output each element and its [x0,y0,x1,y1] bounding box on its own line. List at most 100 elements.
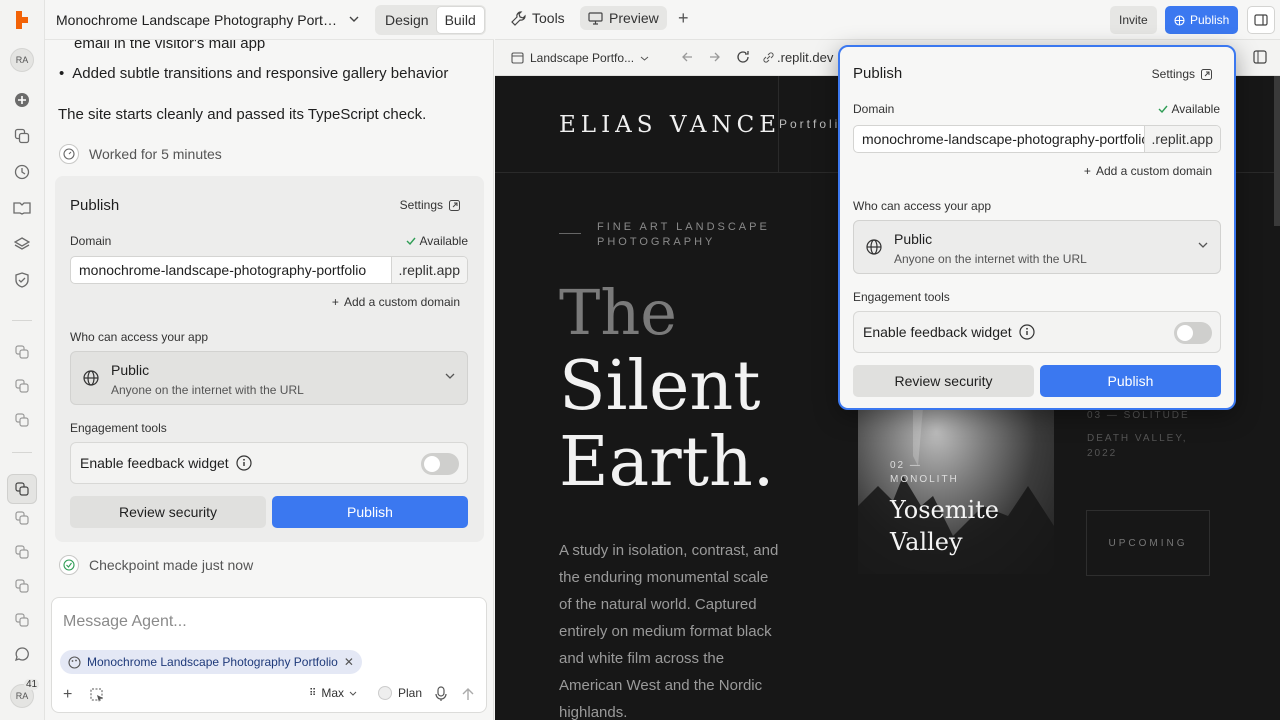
new-app-icon[interactable] [12,90,32,110]
paragraph-line: highlands. [559,704,628,720]
popover-settings-label: Settings [1151,67,1195,81]
project-title[interactable]: Monochrome Landscape Photography Portf..… [56,12,338,28]
active-app-icon[interactable] [7,474,37,504]
add-tab-icon[interactable]: + [678,8,689,29]
popover-domain-suffix: .replit.app [1143,126,1220,152]
review-security-button[interactable]: Review security [70,496,266,528]
top-publish-button[interactable]: Publish [1165,6,1239,34]
app-icon[interactable] [12,342,32,362]
chevron-down-icon[interactable] [349,16,359,22]
popover-feedback-toggle[interactable] [1174,322,1212,344]
apps-icon[interactable] [12,126,32,146]
popover-domain-input[interactable]: monochrome-landscape-photography-portfol… [853,125,1221,153]
check-icon [406,237,416,245]
reload-icon[interactable] [736,50,750,64]
globe-icon [83,370,99,386]
grid-icon: ⠿ [309,687,317,699]
site-scrollbar[interactable] [1274,76,1280,226]
worked-text: Worked for 5 minutes [89,146,222,162]
app-icon[interactable] [12,508,32,528]
eyebrow-rule [559,233,581,234]
access-title: Public [111,362,150,378]
add-attachment-icon[interactable]: + [63,686,72,704]
site-brand[interactable]: ELIAS VANCE [559,112,781,138]
design-tab[interactable]: Design [377,7,437,33]
context-chip[interactable]: Monochrome Landscape Photography Portfol… [60,650,362,674]
app-icon[interactable] [12,576,32,596]
send-arrow-icon[interactable] [462,687,474,701]
app-icon[interactable] [12,410,32,430]
popover-feedback-label: Enable feedback widget [863,324,1012,340]
plan-toggle[interactable]: Plan [378,686,422,700]
user-avatar[interactable]: RA [10,48,34,72]
agent-chat-panel: email in the visitor's mail app • Added s… [45,0,494,720]
popover-publish-button[interactable]: Publish [1040,365,1221,397]
popover-available-text: Available [1171,102,1220,116]
docs-icon[interactable] [12,198,32,218]
access-select[interactable]: Public Anyone on the internet with the U… [70,351,468,405]
microphone-icon[interactable] [435,686,447,702]
hero-line-1: The [559,276,677,349]
hero-line-3: Earth. [559,423,775,502]
preview-label: Preview [609,10,659,26]
publish-button[interactable]: Publish [272,496,468,528]
site-nav-portfolio[interactable]: Portfoli [779,117,840,131]
left-rail: RA RA 41 [0,0,45,720]
url-field[interactable]: .replit.dev [763,50,833,65]
tools-tab[interactable]: Tools [511,10,565,26]
history-icon[interactable] [12,162,32,182]
chip-close-icon[interactable]: ✕ [344,655,354,669]
back-arrow-icon[interactable] [681,51,693,63]
invite-button[interactable]: Invite [1110,6,1157,34]
popover-review-security-button[interactable]: Review security [853,365,1034,397]
popover-access-select[interactable]: Public Anyone on the internet with the U… [853,220,1221,274]
feedback-widget-row: Enable feedback widget [70,442,468,484]
paragraph-line: the enduring monumental scale [559,569,769,586]
url-text: .replit.dev [777,50,834,65]
popover-add-domain-label: Add a custom domain [1095,164,1212,178]
popover-add-custom-domain[interactable]: + Add a custom domain [1084,164,1212,178]
preview-tab-label: Landscape Portfo... [530,51,635,65]
add-custom-domain-link[interactable]: + Add a custom domain [332,295,460,309]
card-title-2: Valley [890,528,963,556]
forward-arrow-icon[interactable] [709,51,721,63]
rail-divider [12,320,32,321]
app-icon[interactable] [12,376,32,396]
popover-access-title: Public [894,231,933,247]
app-icon[interactable] [12,542,32,562]
tools-label: Tools [532,10,565,26]
domain-input[interactable]: monochrome-landscape-photography-portfol… [70,256,468,284]
popover-access-label: Who can access your app [853,199,992,213]
paragraph-line: American West and the Nordic [559,677,763,694]
mode-switch: Design Build [375,5,486,35]
chevron-down-icon [349,691,357,696]
message-input[interactable]: Message Agent... [63,613,187,631]
select-element-icon[interactable] [90,688,104,702]
devtools-icon[interactable] [1253,50,1267,64]
palette-icon [68,655,81,669]
chat-header: Monochrome Landscape Photography Portf..… [45,0,494,40]
app-icon[interactable] [12,610,32,630]
photo-card-yosemite[interactable]: 02 — MONOLITH Yosemite Valley [858,396,1054,574]
popover-title: Publish [853,65,903,82]
popover-settings-link[interactable]: Settings [1152,67,1212,81]
chip-label: Monochrome Landscape Photography Portfol… [87,655,338,669]
preview-tab-selector[interactable]: Landscape Portfo... [505,45,665,71]
layers-icon[interactable] [12,234,32,254]
access-label: Who can access your app [70,330,209,344]
paragraph-line: A study in isolation, contrast, and [559,542,779,559]
timer-icon [59,144,79,164]
access-desc: Anyone on the internet with the URL [111,383,304,397]
shield-icon[interactable] [12,270,32,290]
settings-link[interactable]: Settings [400,198,460,212]
top-publish-label: Publish [1190,13,1230,27]
panel-toggle-icon[interactable] [1247,6,1275,34]
domain-suffix: .replit.app [390,257,467,283]
model-selector[interactable]: ⠿ Max [309,686,357,700]
preview-tab[interactable]: Preview [580,6,667,30]
build-tab[interactable]: Build [436,7,484,33]
chat-bubble-icon[interactable] [12,644,32,664]
add-domain-label: Add a custom domain [343,295,460,309]
feedback-toggle[interactable] [421,453,459,475]
replit-logo-icon[interactable] [12,10,32,30]
